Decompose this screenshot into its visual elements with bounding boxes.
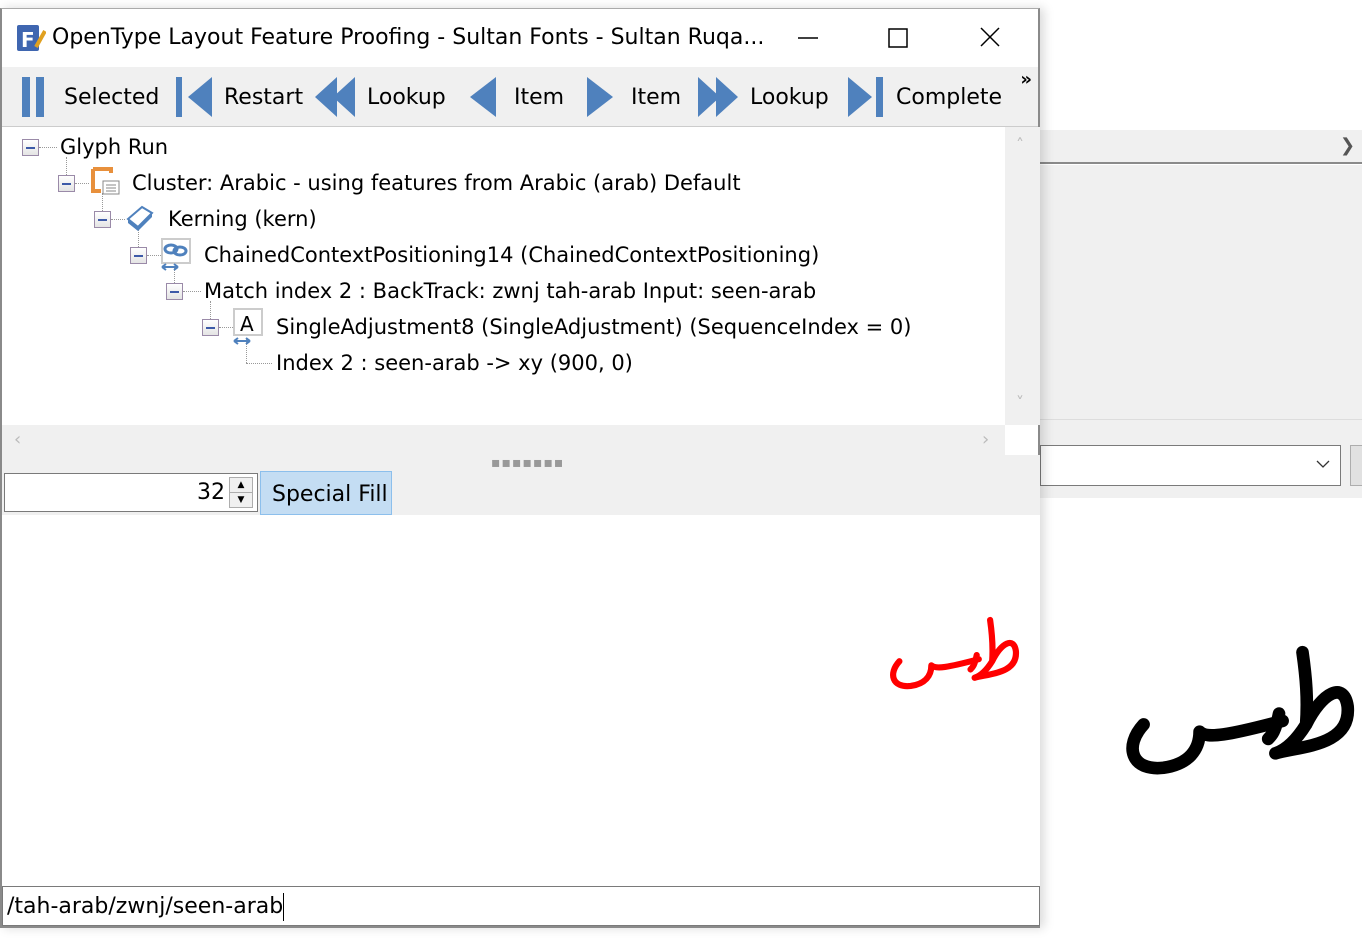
toolbar-overflow-button[interactable]: » bbox=[1020, 69, 1032, 90]
background-button[interactable] bbox=[1350, 445, 1362, 486]
skip-to-start-icon bbox=[176, 77, 212, 117]
tree-node-index[interactable]: Index 2 : seen-arab -> xy (900, 0) bbox=[276, 348, 633, 378]
toolbar-lookup-forward-button[interactable]: Lookup bbox=[698, 77, 829, 117]
background-panel bbox=[1040, 165, 1362, 420]
spin-up-icon[interactable]: ▲ bbox=[230, 478, 252, 492]
fast-forward-icon bbox=[698, 77, 738, 117]
glyph-preview-main bbox=[1126, 645, 1354, 775]
tree-horizontal-scrollbar[interactable]: ‹ › bbox=[2, 425, 1005, 455]
tree-node-glyph-run[interactable]: Glyph Run bbox=[60, 132, 168, 162]
glyph-run-tree: Glyph Run Cluster: Arabic - using featur… bbox=[2, 127, 1005, 425]
step-forward-icon bbox=[587, 77, 613, 117]
tree-vertical-scrollbar[interactable]: ˄ ˅ bbox=[1005, 127, 1040, 425]
glyph-string-input[interactable]: /tah-arab/zwnj/seen-arab bbox=[2, 886, 1040, 926]
collapse-toggle[interactable] bbox=[58, 175, 75, 192]
collapse-toggle[interactable] bbox=[22, 139, 39, 156]
toolbar: Selected Restart Lookup Item Item Lookup… bbox=[2, 67, 1038, 127]
controls-bar: ▪▪▪▪▪▪▪ 32 ▲ ▼ Special Fill bbox=[2, 455, 1040, 515]
single-adjustment-icon: A bbox=[233, 308, 263, 345]
tree-node-single-adjustment[interactable]: SingleAdjustment8 (SingleAdjustment) (Se… bbox=[276, 312, 911, 342]
svg-text:F: F bbox=[21, 28, 35, 52]
tree-node-match-index[interactable]: Match index 2 : BackTrack: zwnj tah-arab… bbox=[204, 276, 816, 306]
text-caret bbox=[283, 893, 285, 921]
maximize-icon bbox=[888, 28, 908, 48]
background-combobox[interactable] bbox=[1040, 445, 1341, 486]
toolbar-complete-button[interactable]: Complete bbox=[848, 77, 1002, 117]
app-icon: F bbox=[17, 25, 46, 52]
toolbar-selected-button[interactable]: Selected bbox=[22, 77, 159, 117]
special-fill-button[interactable]: Special Fill bbox=[260, 471, 392, 515]
minimize-icon bbox=[798, 37, 818, 39]
collapse-toggle[interactable] bbox=[166, 283, 183, 300]
pause-icon bbox=[22, 77, 44, 117]
chained-context-icon bbox=[161, 238, 191, 271]
title-bar: F OpenType Layout Feature Proofing - Sul… bbox=[2, 9, 1038, 67]
collapse-toggle[interactable] bbox=[94, 211, 111, 228]
collapse-toggle[interactable] bbox=[202, 319, 219, 336]
spin-down-icon[interactable]: ▼ bbox=[230, 492, 252, 507]
splitter-grip[interactable]: ▪▪▪▪▪▪▪ bbox=[491, 456, 564, 470]
toolbar-restart-button[interactable]: Restart bbox=[176, 77, 303, 117]
scroll-down-icon[interactable]: ˅ bbox=[1016, 393, 1024, 412]
tree-node-chained-context[interactable]: ChainedContextPositioning14 (ChainedCont… bbox=[204, 240, 819, 270]
chevron-right-icon[interactable]: ❯ bbox=[1340, 135, 1355, 156]
toolbar-item-forward-button[interactable]: Item bbox=[587, 77, 681, 117]
step-back-icon bbox=[470, 77, 496, 117]
font-size-value: 32 bbox=[197, 480, 225, 505]
maximize-button[interactable] bbox=[878, 21, 918, 55]
svg-text:A: A bbox=[240, 312, 254, 336]
close-button[interactable] bbox=[970, 21, 1010, 55]
window-title: OpenType Layout Feature Proofing - Sulta… bbox=[52, 25, 765, 50]
scroll-right-icon[interactable]: › bbox=[982, 429, 989, 450]
rewind-icon bbox=[315, 77, 355, 117]
skip-to-end-icon bbox=[848, 77, 883, 117]
scroll-up-icon[interactable]: ˄ bbox=[1016, 135, 1024, 154]
toolbar-item-back-button[interactable]: Item bbox=[470, 77, 564, 117]
glyph-preview-highlighted bbox=[890, 616, 1019, 690]
collapse-toggle[interactable] bbox=[130, 247, 147, 264]
eraser-icon bbox=[126, 205, 154, 231]
close-icon bbox=[980, 27, 1000, 47]
toolbar-lookup-back-button[interactable]: Lookup bbox=[315, 77, 446, 117]
chevron-down-icon bbox=[1316, 460, 1330, 468]
scroll-left-icon[interactable]: ‹ bbox=[14, 429, 21, 450]
tree-node-cluster[interactable]: Cluster: Arabic - using features from Ar… bbox=[132, 168, 741, 198]
minimize-button[interactable] bbox=[788, 21, 828, 55]
feature-proofing-window: F OpenType Layout Feature Proofing - Sul… bbox=[0, 8, 1040, 928]
glyph-preview-area bbox=[2, 515, 1040, 886]
background-tab-strip: ❯ bbox=[1040, 130, 1362, 164]
tree-node-kerning[interactable]: Kerning (kern) bbox=[168, 204, 317, 234]
cluster-icon bbox=[91, 167, 120, 195]
font-size-stepper[interactable]: 32 ▲ ▼ bbox=[4, 473, 258, 512]
